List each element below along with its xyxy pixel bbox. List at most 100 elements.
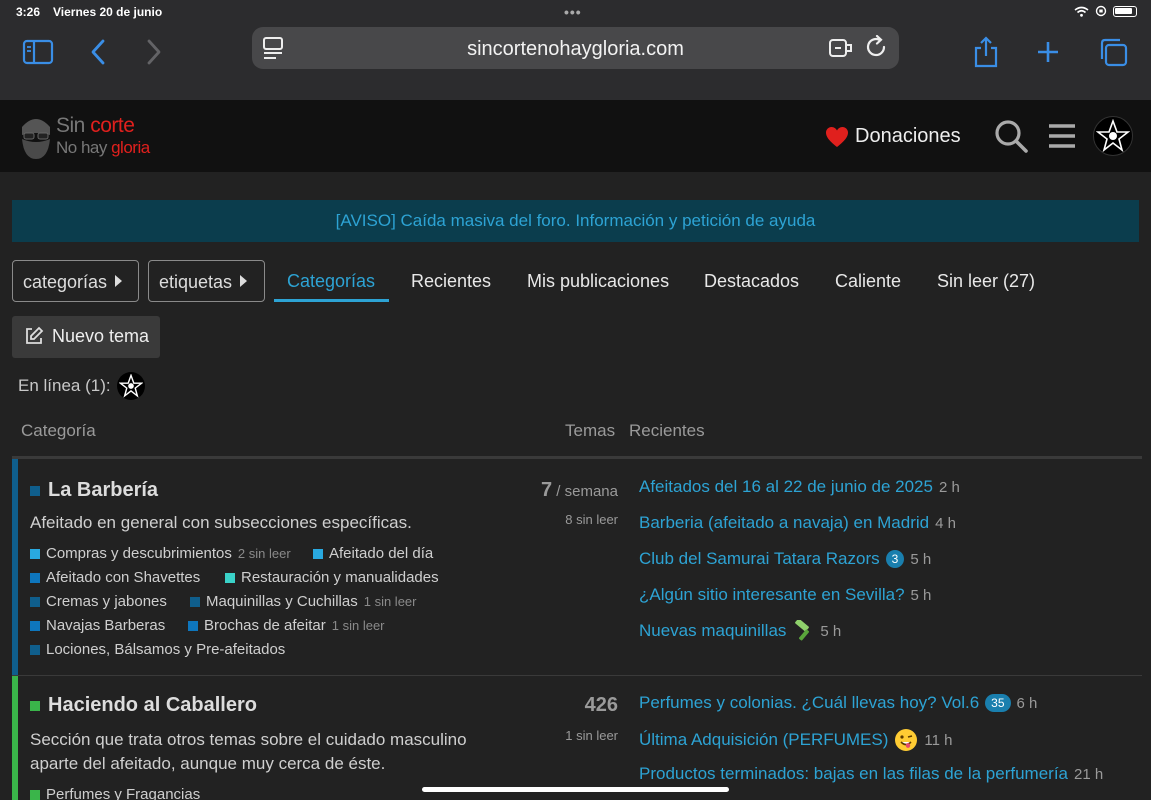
recent-topic-link[interactable]: Afeitados del 16 al 22 de junio de 2025 2…: [639, 477, 960, 497]
battery-icon: [1113, 5, 1137, 17]
logo-line-2: No hay gloria: [56, 138, 150, 157]
back-button[interactable]: [78, 32, 118, 72]
category-title[interactable]: La Barbería: [30, 479, 158, 502]
active-tab-indicator: [274, 299, 389, 302]
category-color-bar: [12, 459, 18, 675]
winking-face-emoji-icon: [895, 729, 918, 751]
category-row-haciendo-al-caballero: Haciendo al Caballero Sección que trata …: [12, 676, 1142, 800]
share-button[interactable]: [966, 32, 1006, 72]
category-color-square: [30, 485, 40, 496]
subcategory-color-square: [30, 620, 40, 631]
recent-topic-link[interactable]: Productos terminados: bajas en las filas…: [639, 764, 1103, 784]
recent-topic-link[interactable]: ¿Algún sitio interesante en Sevilla? 5 h: [639, 585, 931, 605]
logo-line-1: Sin corte: [56, 114, 135, 137]
multitasking-dots-icon[interactable]: •••: [564, 4, 582, 20]
recent-topic-link[interactable]: Nuevas maquinillas 5 h: [639, 620, 841, 642]
topics-unread[interactable]: 1 sin leer: [565, 728, 618, 743]
razor-emoji-icon: [795, 620, 810, 641]
notice-banner-text[interactable]: [AVISO] Caída masiva del foro. Informaci…: [336, 211, 816, 230]
subcategory-link[interactable]: Lociones, Bálsamos y Pre-afeitados: [30, 641, 285, 658]
forward-button[interactable]: [134, 32, 174, 72]
category-title[interactable]: Haciendo al Caballero: [30, 694, 257, 717]
categories-dropdown[interactable]: categorías: [12, 260, 139, 302]
tags-dropdown-label: etiquetas: [159, 272, 233, 292]
sidebar-icon: [22, 39, 54, 65]
topics-count: 7 / semana: [541, 479, 618, 501]
recent-topic-link[interactable]: Barberia (afeitado a navaja) en Madrid 4 …: [639, 513, 956, 533]
subcategory-color-square: [30, 644, 40, 655]
unread-count-badge: 35: [985, 694, 1011, 712]
subcategory-link[interactable]: Compras y descubrimientos 2 sin leer: [30, 545, 291, 562]
hamburger-menu-icon[interactable]: [1047, 118, 1077, 154]
tab-mis-publicaciones[interactable]: Mis publicaciones: [527, 271, 669, 292]
subcategory-link[interactable]: Perfumes y Fragancias: [30, 786, 200, 800]
categories-dropdown-label: categorías: [23, 272, 108, 292]
tab-sin-leer[interactable]: Sin leer (27): [937, 271, 1035, 292]
new-tab-button[interactable]: [1028, 32, 1068, 72]
recent-topic-link[interactable]: Club del Samurai Tatara Razors 3 5 h: [639, 549, 931, 569]
home-indicator[interactable]: [422, 787, 729, 792]
subcategory-link[interactable]: Brochas de afeitar 1 sin leer: [188, 617, 385, 634]
notice-banner[interactable]: [AVISO] Caída masiva del foro. Informaci…: [12, 200, 1139, 242]
category-name[interactable]: Haciendo al Caballero: [48, 694, 257, 717]
share-icon: [974, 36, 998, 68]
chevron-right-icon: [147, 39, 161, 65]
new-topic-button[interactable]: Nuevo tema: [12, 316, 160, 358]
caret-right-icon: [115, 275, 123, 287]
subcategory-link[interactable]: Restauración y manualidades: [225, 569, 439, 586]
recent-topic-link[interactable]: Última Adquisición (PERFUMES) 11 h: [639, 728, 953, 752]
category-name[interactable]: La Barbería: [48, 479, 158, 502]
status-bar: 3:26 Viernes 20 de junio •••: [0, 0, 1151, 24]
tab-recientes[interactable]: Recientes: [411, 271, 491, 292]
tab-categorias[interactable]: Categorías: [287, 271, 375, 292]
category-description: Afeitado en general con subsecciones esp…: [30, 513, 412, 532]
category-description: Sección que trata otros temas sobre el c…: [30, 730, 467, 773]
header-recent: Recientes: [629, 421, 705, 440]
subcategory-link[interactable]: Afeitado con Shavettes: [30, 569, 200, 586]
site-header: Sin corte No hay gloria Donaciones: [0, 100, 1151, 172]
header-category: Categoría: [21, 421, 96, 440]
site-logo[interactable]: Sin corte No hay gloria: [16, 110, 176, 164]
online-user-avatar[interactable]: [116, 372, 145, 400]
status-time: 3:26: [16, 5, 41, 19]
bearded-face-logo-icon: [22, 119, 50, 159]
category-color-square: [30, 700, 40, 711]
tab-caliente[interactable]: Caliente: [835, 271, 901, 292]
subcategory-link[interactable]: Cremas y jabones: [30, 593, 167, 610]
category-color-bar: [12, 676, 18, 800]
address-bar[interactable]: sincortenohaygloria.com: [252, 27, 899, 69]
sidebar-toggle-button[interactable]: [18, 32, 58, 72]
orientation-lock-icon: [1095, 5, 1107, 17]
topics-count: 426: [584, 694, 618, 716]
subcategory-color-square: [30, 596, 40, 607]
browser-toolbar: sincortenohaygloria.com: [0, 24, 1151, 100]
tags-dropdown[interactable]: etiquetas: [148, 260, 265, 302]
url-text[interactable]: sincortenohaygloria.com: [252, 38, 899, 61]
caret-right-icon: [240, 275, 248, 287]
star-avatar-icon: [1096, 119, 1130, 153]
subcategory-color-square: [30, 572, 40, 583]
recent-topic-link[interactable]: Perfumes y colonias. ¿Cuál llevas hoy? V…: [639, 693, 1037, 713]
subcategory-color-square: [30, 548, 40, 559]
status-date: Viernes 20 de junio: [53, 5, 163, 19]
tab-destacados[interactable]: Destacados: [704, 271, 799, 292]
heart-icon: [826, 126, 848, 147]
tabs-icon: [1100, 38, 1128, 67]
subcategory-link[interactable]: Maquinillas y Cuchillas 1 sin leer: [190, 593, 416, 610]
search-icon[interactable]: [993, 118, 1029, 154]
header-topics: Temas: [565, 421, 616, 440]
tabs-overview-button[interactable]: [1093, 32, 1133, 72]
subcategory-color-square: [190, 596, 200, 607]
extension-icon[interactable]: [828, 36, 854, 60]
chevron-left-icon: [91, 39, 105, 65]
new-topic-label: Nuevo tema: [52, 326, 150, 346]
donations-link[interactable]: Donaciones: [825, 125, 961, 148]
user-avatar[interactable]: [1093, 116, 1133, 156]
subcategory-link[interactable]: Afeitado del día: [313, 545, 433, 562]
star-avatar-icon: [118, 374, 143, 398]
unread-count-badge: 3: [885, 550, 905, 568]
donations-label: Donaciones: [855, 125, 961, 147]
subcategory-link[interactable]: Navajas Barberas: [30, 617, 165, 634]
topics-unread[interactable]: 8 sin leer: [565, 512, 618, 527]
reload-icon[interactable]: [866, 35, 888, 59]
